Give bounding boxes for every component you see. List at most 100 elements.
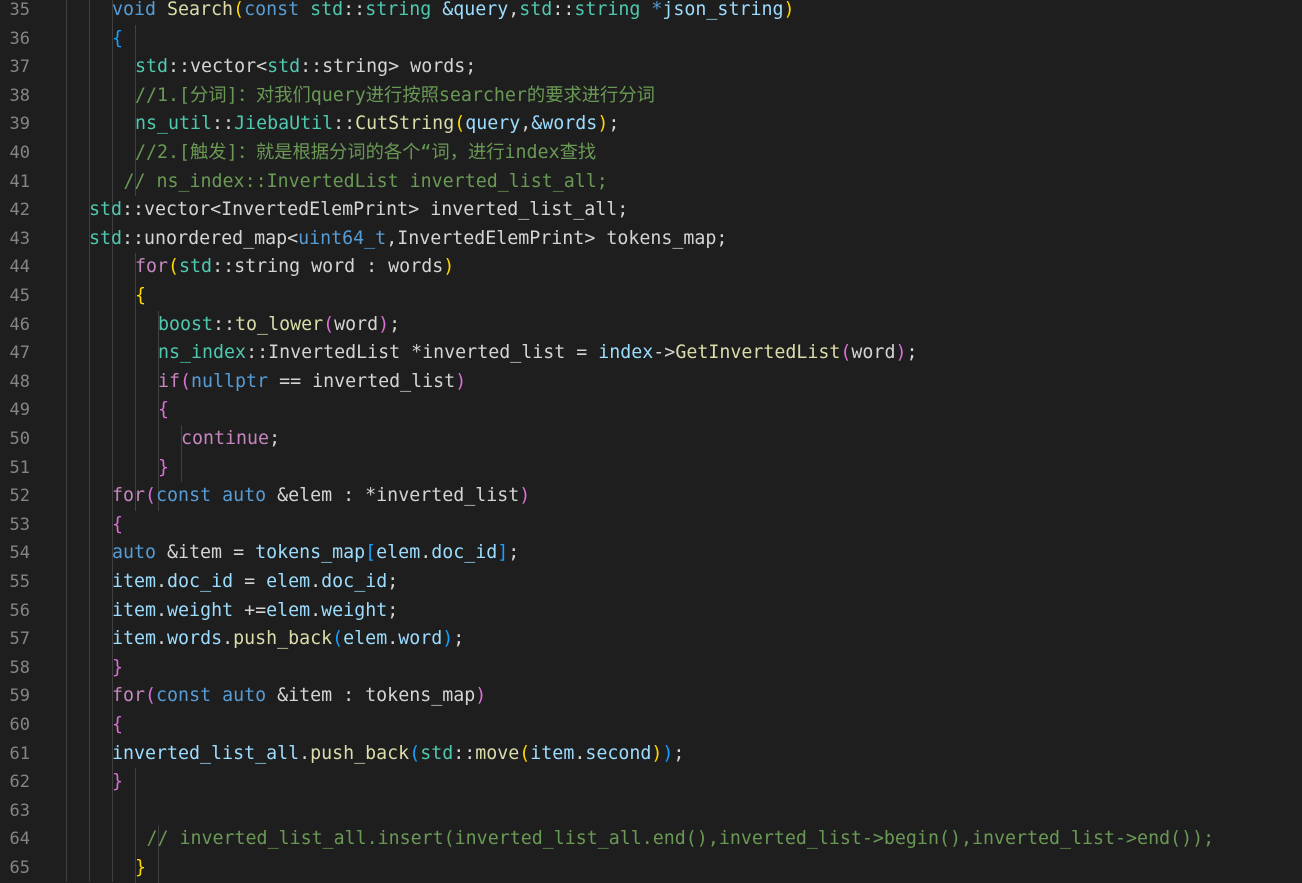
code-token: std [267,56,301,78]
code-token: const [156,685,223,707]
code-token: weight [167,599,234,621]
code-token: { [135,285,147,306]
code-text: } [112,654,123,683]
code-token: void [112,0,168,20]
code-line[interactable]: 40 //2.[触发]：就是根据分词的各个“词，进行index查找 [0,139,1302,168]
code-token: ( [168,256,180,278]
code-text: continue; [181,425,280,454]
line-number: 53 [9,514,30,535]
code-line[interactable]: 53 { [0,511,1302,540]
code-line[interactable]: 42 std::vector<InvertedElemPrint> inverte… [0,196,1302,225]
code-token: json_string [662,0,784,20]
code-token: doc_id [321,571,388,592]
line-number: 41 [9,171,30,192]
line-number: 43 [9,228,30,249]
code-line[interactable]: 61 inverted_list_all.push_back(std::move(… [0,740,1302,769]
code-token: . [574,742,586,764]
code-text: } [135,854,146,883]
code-token: elem [376,542,421,564]
code-line[interactable]: 52 for(const auto &elem : *inverted_list) [0,482,1302,511]
code-token: ; [387,599,399,621]
code-token: index [598,342,654,364]
code-token: :: [552,0,575,20]
line-number: 55 [9,572,30,592]
line-number: 49 [9,400,30,421]
code-token: second [585,742,652,764]
code-text: // inverted_list_all.insert(inverted_lis… [147,825,1215,854]
code-line[interactable]: 62} [0,768,1302,797]
line-number: 37 [9,57,30,78]
line-number: 46 [9,314,30,335]
code-token: CutString [355,113,455,135]
code-line[interactable]: 64 // inverted_list_all.insert(inverted_l… [0,825,1302,854]
code-line[interactable]: 50 continue; [0,425,1302,454]
code-text: } [112,768,123,797]
line-number: 57 [9,629,30,650]
code-text: { [112,25,123,54]
code-line[interactable]: 44 for(std::string word : words) [0,253,1302,282]
code-text: //2.[触发]：就是根据分词的各个“词，进行index查找 [135,139,596,168]
code-token: ::InvertedList *inverted_list = [246,342,599,364]
code-text: { [135,282,146,311]
code-token: item [112,628,157,650]
code-editor[interactable]: 35 void Search(const std::string &query,s… [0,0,1302,883]
code-line[interactable]: 39 ns_util::JiebaUtil::CutString(query,&w… [0,110,1302,139]
code-line[interactable]: 49 { [0,396,1302,425]
code-token: word [398,628,443,650]
code-token: continue [181,428,270,449]
code-line[interactable]: 45 { [0,282,1302,311]
code-token: ns_util [135,113,213,135]
code-token: ; [608,113,620,135]
line-number: 50 [9,429,30,449]
code-token: ( [840,342,852,364]
code-line[interactable]: 57 item.words.push_back(elem.word); [0,625,1302,654]
code-line[interactable]: 48 if(nullptr == inverted_list) [0,368,1302,397]
code-token: tokens_map [255,542,366,564]
code-line[interactable]: 54 auto &item = tokens_map[elem.doc_id]; [0,539,1302,568]
code-token: string [574,0,652,20]
code-token: item [112,571,157,592]
line-number: 38 [9,85,30,106]
code-line[interactable]: 41 // ns_index::InvertedList inverted_lis… [0,168,1302,197]
code-token: ) [455,370,467,392]
code-line[interactable]: 65} [0,854,1302,883]
code-token: ) [651,742,663,764]
code-line[interactable]: 59 for(const auto &item : tokens_map) [0,682,1302,711]
line-number: 60 [9,715,30,735]
code-token: ( [233,0,245,20]
code-token: ::string> words; [300,56,477,78]
code-line[interactable]: 35 void Search(const std::string &query,s… [0,0,1302,25]
code-token: //1.[分词]：对我们query进行按照searcher的要求进行分词 [135,84,655,106]
code-line[interactable]: 46 boost::to_lower(word); [0,311,1302,340]
code-line[interactable]: 58} [0,654,1302,683]
code-token: &item : tokens_map [277,685,476,707]
code-line[interactable]: 43 std::unordered_map<uint64_t,InvertedEl… [0,225,1302,254]
line-number: 36 [9,28,30,49]
code-text: for(const auto &elem : *inverted_list) [112,482,530,511]
code-token: :: [212,113,235,135]
code-line[interactable]: 63 [0,797,1302,826]
code-token: // inverted_list_all.insert(inverted_lis… [146,828,1215,850]
code-text: //1.[分词]：对我们query进行按照searcher的要求进行分词 [135,82,655,111]
code-token: [ [365,542,377,564]
code-line[interactable]: 47 ns_index::InvertedList *inverted_list … [0,339,1302,368]
code-token: , [520,113,532,135]
code-token: ] [497,542,509,564]
code-token: { [112,27,124,49]
code-line[interactable]: 38 //1.[分词]：对我们query进行按照searcher的要求进行分词 [0,82,1302,111]
code-token: { [112,714,124,735]
code-token: &query [442,0,509,20]
code-token: = [233,571,267,592]
code-line[interactable]: 51} [0,454,1302,483]
code-token: ( [180,370,192,392]
code-line[interactable]: 56 item.weight +=elem.weight; [0,597,1302,626]
code-line[interactable]: 36 { [0,25,1302,54]
code-line[interactable]: 55 item.doc_id = elem.doc_id; [0,568,1302,597]
code-line[interactable]: 37 std::vector<std::string> words; [0,53,1302,82]
code-token: query [465,113,521,135]
code-token: doc_id [431,542,498,564]
code-token: ::vector<InvertedElemPrint> inverted_lis… [122,199,629,221]
code-line[interactable]: 60 { [0,711,1302,740]
code-text: for(const auto &item : tokens_map) [112,682,486,711]
code-token: } [135,857,147,878]
